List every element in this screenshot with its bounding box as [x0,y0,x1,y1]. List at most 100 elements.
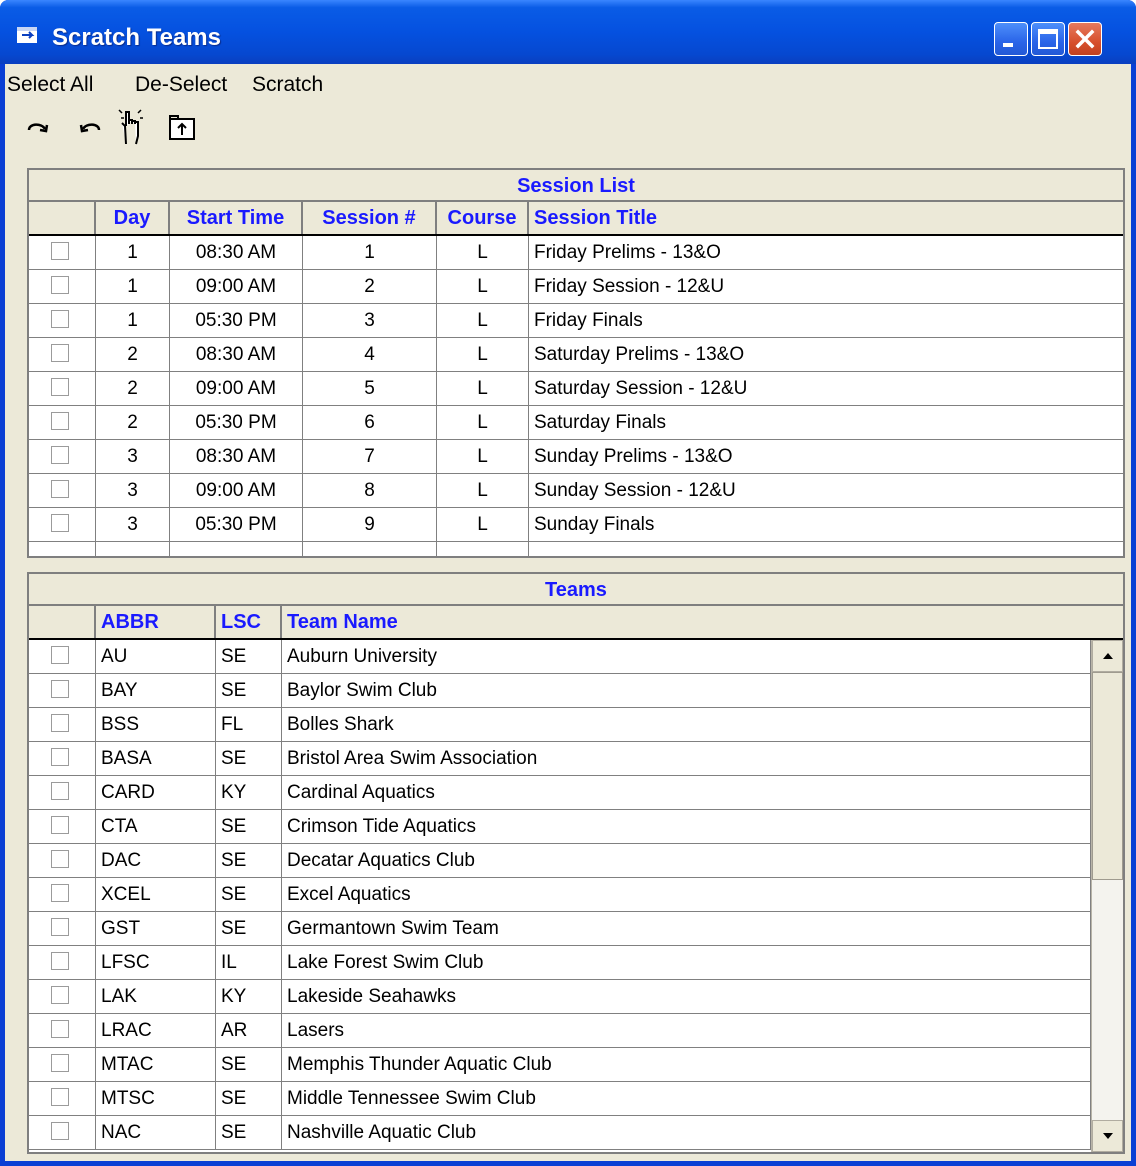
maximize-button[interactable] [1031,22,1065,56]
row-checkbox[interactable] [51,986,69,1004]
table-row[interactable]: NAC SE Nashville Aquatic Club [29,1116,1091,1150]
scroll-thumb[interactable] [1092,672,1123,880]
row-checkbox[interactable] [51,646,69,664]
row-checkbox[interactable] [51,714,69,732]
table-row[interactable]: 2 08:30 AM 4 L Saturday Prelims - 13&O [29,338,1123,372]
table-row[interactable]: BASA SE Bristol Area Swim Association [29,742,1091,776]
select-cell[interactable] [29,508,96,541]
hand-pointer-icon[interactable] [113,106,153,146]
title-bar[interactable]: Scratch Teams [0,0,1136,64]
header-lsc[interactable]: LSC [216,606,282,638]
row-checkbox[interactable] [51,680,69,698]
header-team-name[interactable]: Team Name [282,606,1123,638]
row-checkbox[interactable] [51,378,69,396]
select-cell[interactable] [29,878,96,911]
menu-select-all[interactable]: Select All [7,73,93,97]
select-cell[interactable] [29,1048,96,1081]
row-checkbox[interactable] [51,412,69,430]
select-cell[interactable] [29,270,96,303]
select-cell[interactable] [29,474,96,507]
team-name-cell: Nashville Aquatic Club [282,1116,1091,1149]
row-checkbox[interactable] [51,952,69,970]
table-row[interactable]: 2 09:00 AM 5 L Saturday Session - 12&U [29,372,1123,406]
select-cell[interactable] [29,640,96,673]
select-cell[interactable] [29,708,96,741]
table-row[interactable]: XCEL SE Excel Aquatics [29,878,1091,912]
row-checkbox[interactable] [51,816,69,834]
row-checkbox[interactable] [51,310,69,328]
select-cell[interactable] [29,946,96,979]
header-day[interactable]: Day [96,202,170,234]
select-cell[interactable] [29,776,96,809]
table-row[interactable]: MTSC SE Middle Tennessee Swim Club [29,1082,1091,1116]
select-cell[interactable] [29,810,96,843]
table-row[interactable]: BAY SE Baylor Swim Club [29,674,1091,708]
row-checkbox[interactable] [51,782,69,800]
select-cell[interactable] [29,236,96,269]
table-row[interactable]: GST SE Germantown Swim Team [29,912,1091,946]
row-checkbox[interactable] [51,884,69,902]
redo-icon[interactable] [25,110,51,144]
menu-de-select[interactable]: De-Select [135,73,227,97]
table-row[interactable]: MTAC SE Memphis Thunder Aquatic Club [29,1048,1091,1082]
row-checkbox[interactable] [51,748,69,766]
select-cell[interactable] [29,742,96,775]
team-name-cell: Cardinal Aquatics [282,776,1091,809]
folder-up-icon[interactable] [167,110,197,144]
teams-scrollbar[interactable] [1091,640,1123,1152]
row-checkbox[interactable] [51,514,69,532]
select-cell[interactable] [29,674,96,707]
scroll-down-button[interactable] [1092,1120,1123,1152]
row-checkbox[interactable] [51,276,69,294]
select-cell[interactable] [29,912,96,945]
table-row[interactable]: DAC SE Decatar Aquatics Club [29,844,1091,878]
header-abbr[interactable]: ABBR [96,606,216,638]
table-row[interactable]: 1 08:30 AM 1 L Friday Prelims - 13&O [29,236,1123,270]
select-cell[interactable] [29,844,96,877]
select-cell[interactable] [29,980,96,1013]
header-session-title[interactable]: Session Title [529,202,1123,234]
select-cell[interactable] [29,1014,96,1047]
table-row[interactable]: AU SE Auburn University [29,640,1091,674]
undo-icon[interactable] [77,110,103,144]
scroll-up-button[interactable] [1092,640,1123,672]
select-cell[interactable] [29,338,96,371]
header-start-time[interactable]: Start Time [170,202,303,234]
row-checkbox[interactable] [51,1020,69,1038]
header-select[interactable] [29,202,96,234]
row-checkbox[interactable] [51,1054,69,1072]
row-checkbox[interactable] [51,344,69,362]
table-row[interactable]: LAK KY Lakeside Seahawks [29,980,1091,1014]
menu-scratch[interactable]: Scratch [252,73,323,97]
table-row[interactable]: 1 05:30 PM 3 L Friday Finals [29,304,1123,338]
table-row[interactable]: BSS FL Bolles Shark [29,708,1091,742]
select-cell[interactable] [29,1116,96,1149]
table-row[interactable]: 3 09:00 AM 8 L Sunday Session - 12&U [29,474,1123,508]
table-row[interactable]: LFSC IL Lake Forest Swim Club [29,946,1091,980]
header-session-number[interactable]: Session # [303,202,437,234]
table-row[interactable]: 3 08:30 AM 7 L Sunday Prelims - 13&O [29,440,1123,474]
row-checkbox[interactable] [51,242,69,260]
table-row[interactable]: LRAC AR Lasers [29,1014,1091,1048]
minimize-button[interactable] [994,22,1028,56]
row-checkbox[interactable] [51,446,69,464]
table-row[interactable]: CARD KY Cardinal Aquatics [29,776,1091,810]
team-name-cell: Memphis Thunder Aquatic Club [282,1048,1091,1081]
header-course[interactable]: Course [437,202,529,234]
select-cell[interactable] [29,406,96,439]
close-button[interactable] [1068,22,1102,56]
row-checkbox[interactable] [51,1088,69,1106]
table-row[interactable]: 3 05:30 PM 9 L Sunday Finals [29,508,1123,542]
row-checkbox[interactable] [51,1122,69,1140]
select-cell[interactable] [29,372,96,405]
row-checkbox[interactable] [51,850,69,868]
table-row[interactable]: CTA SE Crimson Tide Aquatics [29,810,1091,844]
select-cell[interactable] [29,440,96,473]
select-cell[interactable] [29,1082,96,1115]
row-checkbox[interactable] [51,480,69,498]
header-select[interactable] [29,606,96,638]
table-row[interactable]: 2 05:30 PM 6 L Saturday Finals [29,406,1123,440]
row-checkbox[interactable] [51,918,69,936]
table-row[interactable]: 1 09:00 AM 2 L Friday Session - 12&U [29,270,1123,304]
select-cell[interactable] [29,304,96,337]
